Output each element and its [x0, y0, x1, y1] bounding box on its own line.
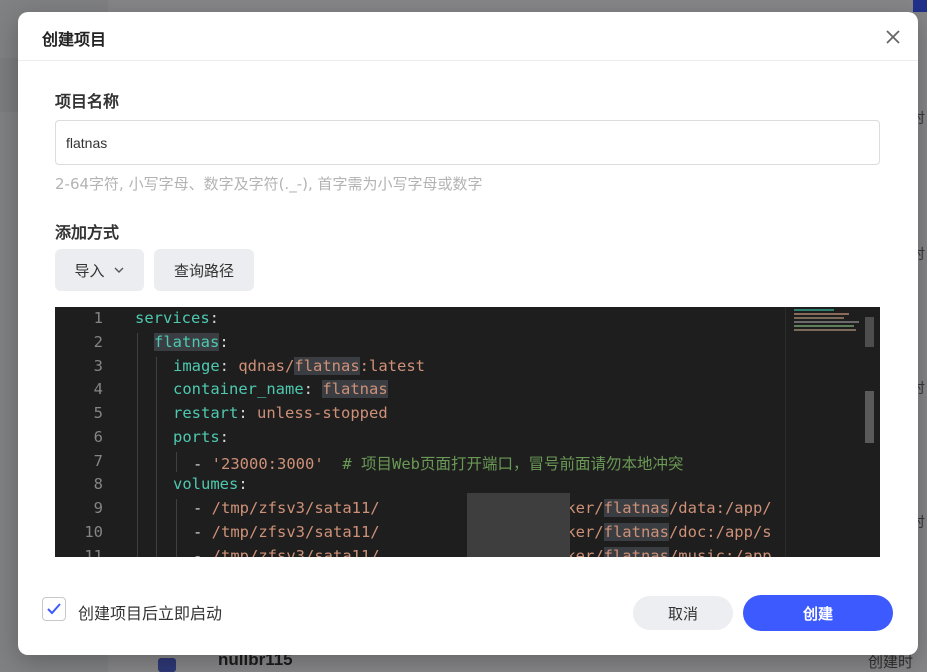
minimap-line [794, 309, 834, 311]
line-number: 1 [93, 309, 103, 327]
indent-guide [137, 333, 138, 557]
code-line: - '23000:3000' # 项目Web页面打开端口，冒号前面请勿本地冲突 [193, 455, 684, 473]
project-name-label: 项目名称 [55, 92, 120, 111]
code-line: container_name: flatnas [173, 380, 388, 398]
line-number: 6 [93, 428, 103, 446]
import-dropdown-button[interactable]: 导入 [55, 249, 144, 291]
cancel-button[interactable]: 取消 [633, 596, 733, 630]
minimap-line [794, 317, 844, 319]
minimap-scrollbar-thumb[interactable] [865, 317, 874, 347]
minimap-line [794, 313, 849, 315]
add-method-label: 添加方式 [55, 223, 120, 242]
minimap-line [794, 325, 854, 327]
line-number: 5 [93, 404, 103, 422]
indent-guide [156, 357, 157, 557]
redacted-path-blur [467, 493, 570, 557]
query-path-button[interactable]: 查询路径 [154, 249, 254, 291]
minimap-line [794, 329, 856, 331]
close-icon[interactable] [882, 26, 904, 48]
line-number: 8 [93, 475, 103, 493]
line-number: 7 [93, 452, 103, 470]
indent-guide [176, 499, 177, 557]
create-button[interactable]: 创建 [743, 595, 893, 631]
line-number: 9 [93, 499, 103, 517]
code-line: restart: unless-stopped [173, 404, 388, 422]
line-number-gutter: 1 2 3 4 5 6 7 8 9 10 11 [55, 307, 115, 557]
code-line: volumes: [173, 475, 248, 493]
project-name-input[interactable] [55, 120, 880, 165]
minimap-line [794, 321, 859, 323]
compose-code-editor[interactable]: 1 2 3 4 5 6 7 8 9 10 11 services: flatna… [55, 307, 880, 557]
line-number: 3 [93, 357, 103, 375]
code-line: flatnas: [154, 333, 229, 351]
dialog-title: 创建项目 [42, 30, 107, 49]
line-number: 10 [84, 523, 103, 541]
line-number: 11 [84, 547, 103, 557]
autostart-label[interactable]: 创建项目后立即启动 [78, 600, 222, 624]
code-area[interactable]: services: flatnas: image: qdnas/flatnas:… [135, 307, 785, 557]
chevron-down-icon [114, 267, 123, 273]
import-button-label: 导入 [74, 261, 105, 280]
code-line: image: qdnas/flatnas:latest [173, 357, 425, 375]
code-line: services: [135, 309, 219, 327]
indent-guide [176, 452, 177, 472]
create-project-dialog: 创建项目 项目名称 2-64字符, 小写字母、数字及字符(._-), 首字需为小… [18, 12, 918, 655]
editor-minimap[interactable] [785, 307, 880, 557]
line-number: 2 [93, 333, 103, 351]
line-number: 4 [93, 380, 103, 398]
project-name-hint: 2-64字符, 小写字母、数字及字符(._-), 首字需为小写字母或数字 [55, 175, 483, 193]
autostart-checkbox[interactable] [42, 597, 66, 621]
dialog-header: 创建项目 [18, 12, 918, 61]
checkmark-icon [47, 603, 61, 615]
vertical-scrollbar-thumb[interactable] [865, 391, 874, 443]
code-line: ports: [173, 428, 230, 446]
